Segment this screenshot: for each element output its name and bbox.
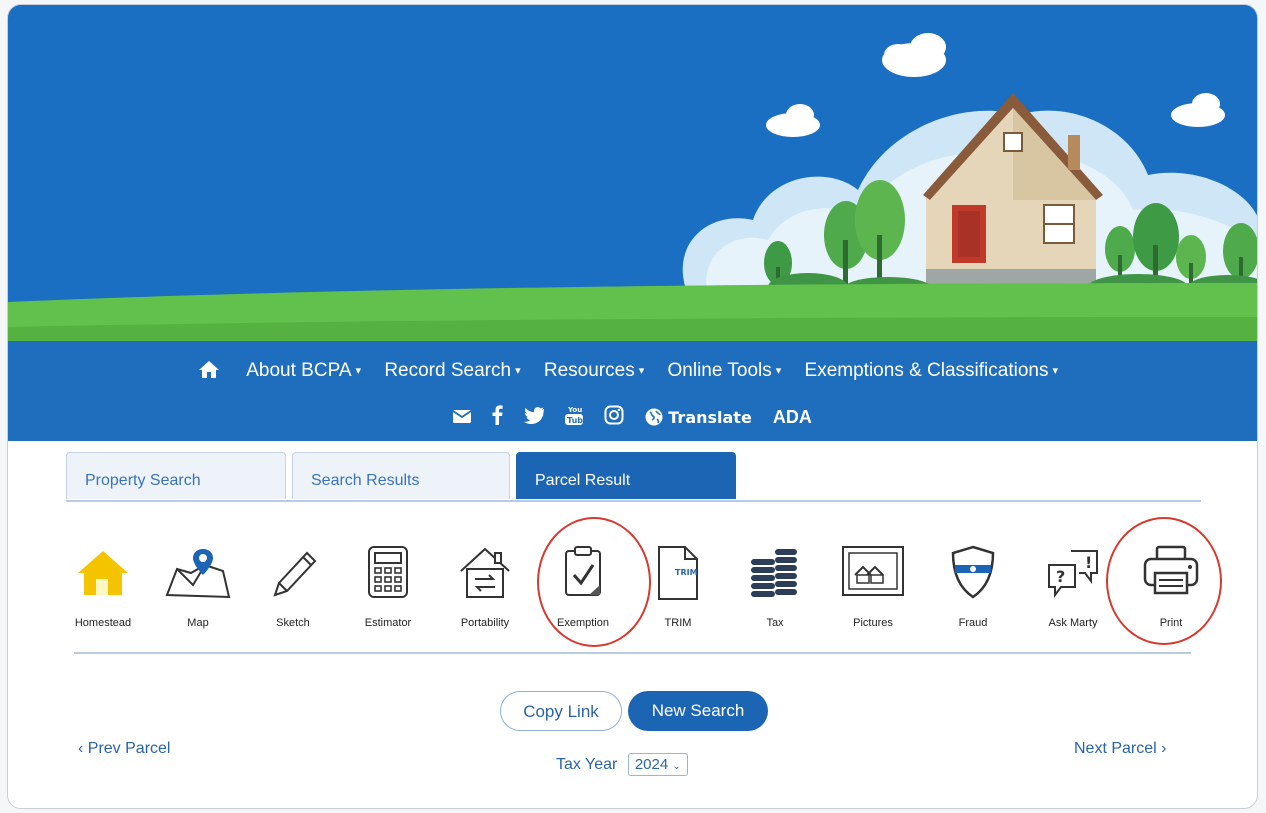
homestead-icon (78, 551, 128, 595)
nav-exemptions-classifications[interactable]: Exemptions & Classifications ▾ (805, 360, 1058, 381)
tool-fraud[interactable]: Fraud (928, 515, 1018, 629)
tool-portability-label: Portability (460, 617, 510, 629)
home-icon[interactable] (198, 359, 220, 385)
social-bar: You Tube Translate ADA (8, 405, 1257, 430)
tab-property-search-label: Property Search (85, 472, 201, 489)
nav-exemptions-label: Exemptions & Classifications (804, 360, 1049, 381)
instagram-icon[interactable] (604, 405, 624, 430)
tax-year-label: Tax Year (556, 756, 618, 773)
tool-ask-marty-label: Ask Marty (1048, 617, 1098, 629)
tab-search-results[interactable]: Search Results (292, 452, 510, 499)
nav-record-search-label: Record Search (384, 360, 512, 381)
pencil-icon (273, 551, 317, 597)
next-parcel-link[interactable]: Next Parcel › (1074, 740, 1166, 758)
search-tabs: Property Search Search Results Parcel Re… (66, 452, 1201, 502)
chevron-right-icon: › (1161, 740, 1167, 757)
tool-sketch-label: Sketch (276, 617, 310, 629)
chevron-down-icon: ▾ (638, 365, 645, 377)
nav-resources[interactable]: Resources ▾ (544, 360, 644, 381)
calculator-icon (368, 546, 408, 598)
tool-tax[interactable]: Tax (730, 515, 820, 629)
divider (74, 652, 1191, 654)
tool-sketch[interactable]: Sketch (248, 515, 338, 629)
tool-homestead[interactable]: Homestead (58, 515, 148, 629)
envelope-icon[interactable] (452, 407, 472, 428)
chevron-down-icon: ⌄ (672, 761, 681, 772)
tab-property-search[interactable]: Property Search (66, 452, 286, 499)
page-frame: About BCPA ▾ Record Search ▾ Resources ▾ On… (7, 4, 1258, 809)
trim-badge: TRIM (675, 568, 698, 577)
prev-parcel-label: Prev Parcel (87, 740, 171, 757)
map-icon (165, 549, 231, 599)
tool-estimator[interactable]: Estimator (343, 515, 433, 629)
nav-online-tools[interactable]: Online Tools ▾ (668, 360, 782, 381)
tax-year-value: 2024 (634, 756, 669, 773)
chevron-down-icon: ▾ (515, 365, 521, 377)
chevron-down-icon: ▾ (775, 365, 782, 377)
new-search-button[interactable]: New Search (628, 691, 768, 731)
tool-pictures[interactable]: Pictures (828, 515, 918, 629)
tax-year-select[interactable]: 2024 ⌄ (627, 753, 688, 776)
shield-icon (951, 545, 995, 599)
tool-fraud-label: Fraud (958, 617, 988, 629)
svg-text:You: You (567, 406, 582, 414)
svg-text:?: ? (1056, 567, 1065, 586)
tab-parcel-result[interactable]: Parcel Result (516, 452, 736, 499)
pictures-icon (842, 546, 904, 596)
chevron-down-icon: ▾ (355, 365, 362, 377)
prev-parcel-link[interactable]: ‹ Prev Parcel (78, 740, 170, 758)
globe-icon (645, 408, 663, 426)
translate-label: Translate (668, 408, 752, 427)
print-highlight-circle (1106, 517, 1222, 645)
ada-link[interactable]: ADA (773, 407, 812, 428)
nav-menu: About BCPA ▾ Record Search ▾ Resources ▾ On… (8, 359, 1257, 385)
nav-about-bcpa-label: About BCPA (246, 360, 352, 381)
chevron-down-icon: ▾ (1052, 365, 1059, 377)
youtube-icon[interactable]: You Tube (565, 405, 589, 430)
tool-pictures-label: Pictures (853, 617, 893, 629)
next-parcel-label: Next Parcel (1074, 740, 1157, 757)
exemption-highlight-circle (537, 517, 651, 647)
svg-text:Tube: Tube (567, 416, 583, 425)
tool-map-label: Map (187, 617, 209, 629)
tool-portability[interactable]: Portability (440, 515, 530, 629)
nav-about-bcpa[interactable]: About BCPA ▾ (246, 360, 361, 381)
tool-trim-label: TRIM (664, 617, 692, 629)
facebook-icon[interactable] (492, 405, 503, 430)
tab-search-results-label: Search Results (311, 472, 420, 489)
translate-link[interactable]: Translate (645, 407, 752, 428)
tax-year-control: Tax Year 2024 ⌄ (556, 753, 688, 776)
portability-icon (460, 547, 510, 598)
main-nav: About BCPA ▾ Record Search ▾ Resources ▾ On… (8, 341, 1257, 441)
tool-estimator-label: Estimator (364, 617, 412, 629)
tool-map[interactable]: Map (153, 515, 243, 629)
tool-tax-label: Tax (766, 617, 784, 629)
trim-document-icon: TRIM (658, 546, 698, 600)
question-bubble-icon: ?! (1048, 550, 1098, 598)
twitter-icon[interactable] (524, 406, 545, 429)
tool-ask-marty[interactable]: ?! Ask Marty (1028, 515, 1118, 629)
chevron-left-icon: ‹ (78, 740, 84, 757)
tool-homestead-label: Homestead (74, 617, 132, 629)
hero-illustration (8, 5, 1257, 341)
copy-link-button[interactable]: Copy Link (500, 691, 622, 731)
svg-text:!: ! (1085, 553, 1092, 572)
tab-parcel-result-label: Parcel Result (535, 472, 631, 489)
nav-record-search[interactable]: Record Search ▾ (384, 360, 520, 381)
nav-online-tools-label: Online Tools (667, 360, 772, 381)
nav-resources-label: Resources (543, 360, 635, 381)
coins-icon (751, 549, 797, 597)
hero-banner (8, 5, 1257, 341)
